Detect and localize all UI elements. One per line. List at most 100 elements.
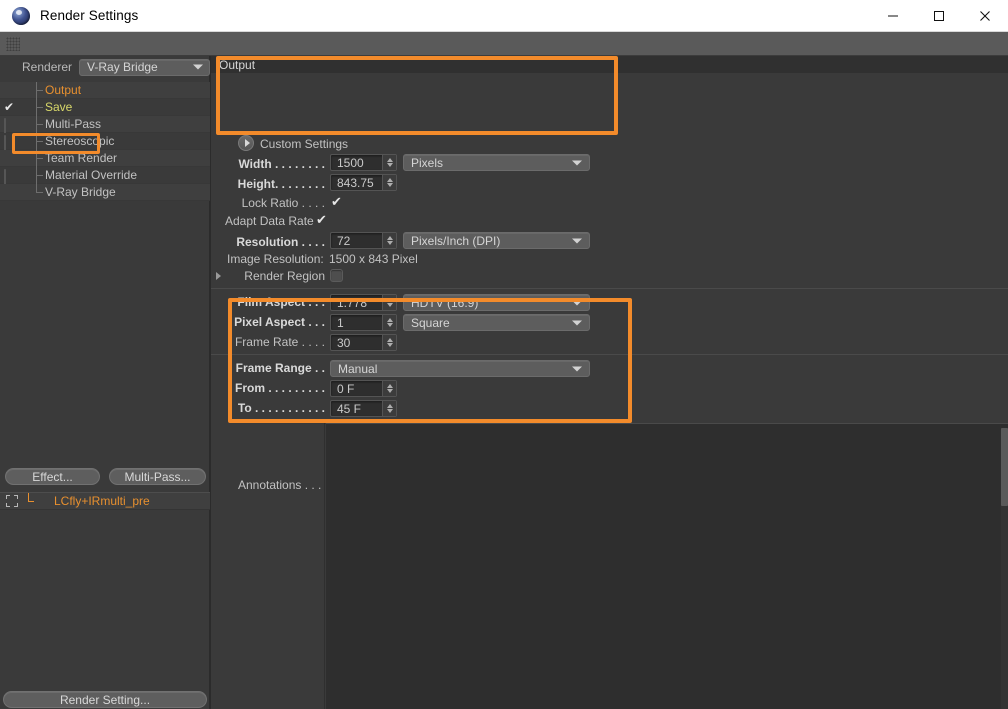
checkbox-empty[interactable] <box>4 118 15 134</box>
sidebar-item-output[interactable]: Output <box>0 82 210 99</box>
adapt-data-rate-checkbox[interactable]: ✔ <box>315 213 328 226</box>
annotations-text-area[interactable] <box>326 423 1008 709</box>
pixel-aspect-label: Pixel Aspect . . . <box>234 315 325 329</box>
tree-dash <box>36 192 43 193</box>
sidebar-item-label: Material Override <box>45 168 138 182</box>
chevron-down-icon <box>572 320 582 325</box>
frame-rate-input[interactable]: 30 <box>330 334 397 351</box>
renderer-row: Renderer V-Ray Bridge <box>0 56 210 78</box>
tree-dash <box>28 501 34 502</box>
height-value: 843.75 <box>337 175 374 190</box>
width-stepper[interactable] <box>382 155 396 170</box>
move-tool-icon <box>6 495 20 509</box>
chevron-down-icon <box>572 300 582 305</box>
annotations-scrollbar-thumb[interactable] <box>1001 428 1008 506</box>
image-resolution-label: Image Resolution: <box>227 252 324 266</box>
tree-dash <box>36 90 43 91</box>
frame-range-dropdown[interactable]: Manual <box>330 360 590 377</box>
multi-pass-button[interactable]: Multi-Pass... <box>109 468 206 485</box>
sidebar-item-multi-pass[interactable]: Multi-Pass <box>0 116 210 134</box>
preset-label: LCfly+IRmulti_pre <box>54 494 150 508</box>
frame-rate-label: Frame Rate . . . . <box>234 335 325 349</box>
sidebar-item-label: Team Render <box>45 151 118 165</box>
resolution-input[interactable]: 72 <box>330 232 397 249</box>
resolution-unit-value: Pixels/Inch (DPI) <box>411 233 501 248</box>
resolution-stepper[interactable] <box>382 233 396 248</box>
annotations-label: Annotations . . . <box>238 478 322 492</box>
custom-settings-expand-icon[interactable] <box>238 135 254 151</box>
renderer-label: Renderer <box>22 60 73 74</box>
resolution-label: Resolution . . . . <box>236 235 325 249</box>
custom-settings-label: Custom Settings <box>260 137 349 151</box>
minimize-icon[interactable] <box>870 0 916 32</box>
render-settings-tree: Output ✔ Save Multi-Pass Stereoscopic Te… <box>0 82 210 201</box>
render-setting-button[interactable]: Render Setting... <box>3 691 207 708</box>
resolution-unit-dropdown[interactable]: Pixels/Inch (DPI) <box>403 232 590 249</box>
width-unit-value: Pixels <box>411 155 444 170</box>
from-label: From . . . . . . . . . <box>234 381 325 395</box>
window-title: Render Settings <box>40 8 139 23</box>
frame-rate-value: 30 <box>337 335 351 350</box>
renderer-dropdown[interactable]: V-Ray Bridge <box>79 58 210 76</box>
toolbar-strip <box>0 32 1008 56</box>
to-value: 45 F <box>337 401 362 416</box>
window-controls <box>870 0 1008 32</box>
sidebar-item-label: Save <box>45 100 73 114</box>
section-divider <box>211 288 1008 289</box>
renderer-value: V-Ray Bridge <box>87 60 158 74</box>
resolution-value: 72 <box>337 233 351 248</box>
sidebar-item-label: Multi-Pass <box>45 117 102 131</box>
sidebar-item-material-override[interactable]: Material Override <box>0 167 210 185</box>
pixel-aspect-input[interactable]: 1 <box>330 314 397 331</box>
sidebar-item-label: V-Ray Bridge <box>45 185 116 199</box>
height-label: Height. . . . . . . . <box>237 177 325 191</box>
pixel-aspect-value: 1 <box>337 315 344 330</box>
section-divider <box>211 354 1008 355</box>
film-aspect-input[interactable]: 1.778 <box>330 294 397 311</box>
title-bar: Render Settings <box>0 0 1008 32</box>
tree-dash <box>36 107 43 108</box>
width-input[interactable]: 1500 <box>330 154 397 171</box>
sidebar-item-team-render[interactable]: Team Render <box>0 150 210 167</box>
height-stepper[interactable] <box>382 175 396 190</box>
settings-content: Output Custom Settings Width . . . . . .… <box>211 56 1008 709</box>
to-input[interactable]: 45 F <box>330 400 397 417</box>
maximize-icon[interactable] <box>916 0 962 32</box>
checkbox-checked[interactable]: ✔ <box>4 101 15 113</box>
sidebar-item-save[interactable]: ✔ Save <box>0 99 210 116</box>
film-aspect-preset-dropdown[interactable]: HDTV (16:9) <box>403 294 590 311</box>
height-input[interactable]: 843.75 <box>330 174 397 191</box>
lock-ratio-label: Lock Ratio . . . . <box>241 196 325 210</box>
drag-grip-icon[interactable] <box>6 37 20 51</box>
preset-list-item[interactable]: LCfly+IRmulti_pre <box>0 492 210 510</box>
chevron-down-icon <box>572 160 582 165</box>
checkbox-empty[interactable] <box>4 169 15 185</box>
film-aspect-label: Film Aspect . . . <box>237 295 325 309</box>
film-aspect-preset-value: HDTV (16:9) <box>411 295 479 310</box>
to-stepper[interactable] <box>382 401 396 416</box>
from-input[interactable]: 0 F <box>330 380 397 397</box>
width-value: 1500 <box>337 155 364 170</box>
width-unit-dropdown[interactable]: Pixels <box>403 154 590 171</box>
left-panel: Renderer V-Ray Bridge Output ✔ Save Mult… <box>0 56 210 709</box>
close-icon[interactable] <box>962 0 1008 32</box>
pixel-aspect-stepper[interactable] <box>382 315 396 330</box>
film-aspect-stepper[interactable] <box>382 295 396 310</box>
film-aspect-value: 1.778 <box>337 295 368 310</box>
tree-dash <box>36 124 43 125</box>
chevron-down-icon <box>572 366 582 371</box>
pixel-aspect-preset-dropdown[interactable]: Square <box>403 314 590 331</box>
width-label: Width . . . . . . . . <box>238 157 325 171</box>
effect-button[interactable]: Effect... <box>5 468 100 485</box>
sidebar-item-vray-bridge[interactable]: V-Ray Bridge <box>0 184 210 201</box>
lock-ratio-checkbox[interactable]: ✔ <box>330 195 343 208</box>
render-region-toggle[interactable] <box>330 269 343 282</box>
image-resolution-value: 1500 x 843 Pixel <box>329 252 418 266</box>
checkbox-empty[interactable] <box>4 135 15 151</box>
chevron-down-icon <box>572 238 582 243</box>
frame-rate-stepper[interactable] <box>382 335 396 350</box>
from-stepper[interactable] <box>382 381 396 396</box>
render-region-expand-icon[interactable] <box>216 272 221 280</box>
frame-range-label: Frame Range . . <box>235 361 325 375</box>
sidebar-item-stereoscopic[interactable]: Stereoscopic <box>0 133 210 151</box>
